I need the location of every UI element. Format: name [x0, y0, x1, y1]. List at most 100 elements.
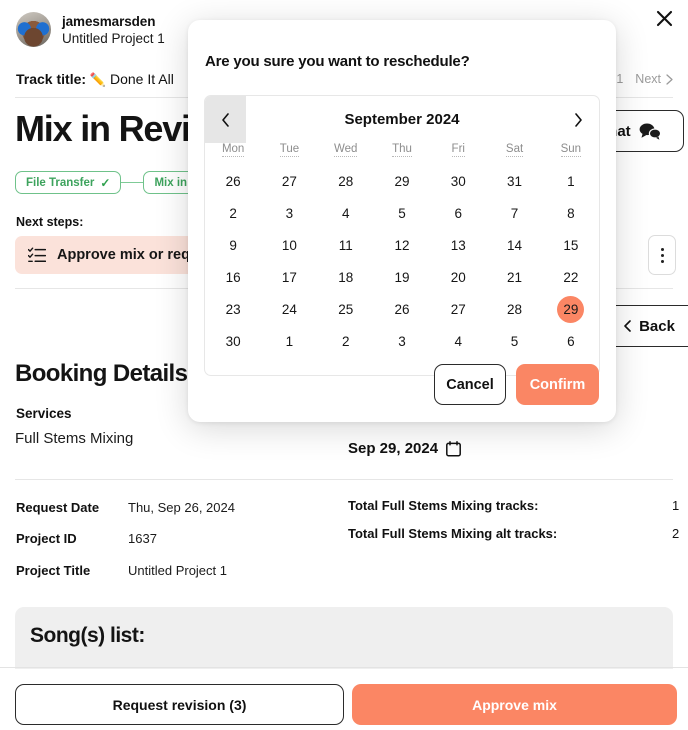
detail-value-request-date: Thu, Sep 26, 2024: [128, 500, 235, 515]
calendar-day: 14: [507, 237, 523, 253]
calendar-day-cell[interactable]: 15: [543, 229, 599, 261]
calendar-day-cell[interactable]: 1: [543, 165, 599, 197]
next-steps-label: Next steps:: [16, 215, 84, 229]
calendar-day-cell[interactable]: 29: [374, 165, 430, 197]
more-options-button[interactable]: [648, 235, 676, 275]
services-value: Full Stems Mixing: [15, 430, 134, 447]
calendar-day-cell[interactable]: 16: [205, 261, 261, 293]
calendar-day-cell[interactable]: 11: [318, 229, 374, 261]
calendar-day-cell[interactable]: 19: [374, 261, 430, 293]
username: jamesmarsden: [62, 13, 156, 29]
track-title-row: Track title: ✏️ Done It All: [16, 71, 174, 88]
calendar-day-cell[interactable]: 1: [261, 325, 317, 357]
calendar-day: 18: [338, 269, 354, 285]
detail-value-project-id: 1637: [128, 531, 157, 546]
confirm-button[interactable]: Confirm: [516, 364, 599, 405]
calendar-day-cell[interactable]: 7: [486, 197, 542, 229]
calendar-day-cell[interactable]: 5: [374, 197, 430, 229]
detail-row-project-title: Project Title: [16, 563, 90, 578]
calendar-day-cell[interactable]: 28: [318, 165, 374, 197]
more-vertical-icon: [660, 247, 664, 251]
calendar-day: 6: [454, 205, 463, 221]
footer-actions: Request revision (3) Approve mix: [15, 684, 677, 725]
calendar-day-cell[interactable]: 25: [318, 293, 374, 325]
calendar-body: 26 27 28 29 30 31 1 2 3 4 5 6 7 8 9 10 11 12 13 14 15 16 17 18 1…: [205, 165, 599, 357]
calendar-day-cell[interactable]: 6: [430, 197, 486, 229]
calendar-day-cell[interactable]: 12: [374, 229, 430, 261]
checklist-icon: [28, 247, 46, 263]
calendar-day-cell[interactable]: 29: [543, 293, 599, 325]
track-title-label: Track title:: [16, 71, 87, 87]
calendar-day-cell[interactable]: 31: [486, 165, 542, 197]
calendar-day-cell[interactable]: 8: [543, 197, 599, 229]
calendar-day-cell[interactable]: 27: [430, 293, 486, 325]
cancel-button[interactable]: Cancel: [434, 364, 506, 405]
calendar-day-cell[interactable]: 10: [261, 229, 317, 261]
calendar-day: 9: [229, 237, 237, 253]
calendar-day-cell[interactable]: 21: [486, 261, 542, 293]
calendar-day-cell[interactable]: 4: [430, 325, 486, 357]
calendar-day: 17: [281, 269, 297, 285]
calendar-day-cell[interactable]: 27: [261, 165, 317, 197]
total-tracks-value: 1: [672, 498, 680, 513]
calendar-week-row: 26 27 28 29 30 31 1: [205, 165, 599, 197]
chevron-left-icon: [222, 112, 229, 127]
calendar-next-month-button[interactable]: [558, 96, 599, 143]
calendar-day: 1: [285, 333, 294, 349]
status-chip-file-transfer[interactable]: File Transfer ✓: [15, 171, 122, 194]
total-alt-tracks-label: Total Full Stems Mixing alt tracks:: [348, 526, 558, 541]
detail-value: Untitled Project 1: [128, 563, 227, 578]
calendar-day-cell[interactable]: 24: [261, 293, 317, 325]
booking-details-heading: Booking Details: [15, 360, 188, 387]
calendar-weekday-label: Thu: [392, 143, 412, 157]
calendar-day-cell[interactable]: 2: [318, 325, 374, 357]
calendar-grid: Mon Tue Wed Thu Fri Sat Sun 26 27 28 29 30 31 1 2 3 4 5 6…: [205, 143, 599, 357]
detail-key: Project ID: [16, 531, 77, 546]
calendar-day: 12: [394, 237, 410, 253]
chip-label: File Transfer: [26, 176, 95, 189]
calendar-day: 26: [394, 301, 410, 317]
calendar-day-cell[interactable]: 3: [374, 325, 430, 357]
calendar-day-cell[interactable]: 22: [543, 261, 599, 293]
calendar-weekday: Mon: [205, 143, 261, 165]
calendar-icon[interactable]: [446, 440, 462, 457]
calendar-weekday: Sat: [486, 143, 542, 165]
calendar-day-cell[interactable]: 23: [205, 293, 261, 325]
footer-divider: [0, 667, 688, 668]
calendar-weekday: Fri: [430, 143, 486, 165]
detail-key: Project Title: [16, 563, 91, 578]
calendar-day-cell[interactable]: 4: [318, 197, 374, 229]
request-revision-button[interactable]: Request revision (3): [15, 684, 344, 725]
calendar-day-cell[interactable]: 5: [486, 325, 542, 357]
calendar-day-cell[interactable]: 9: [205, 229, 261, 261]
calendar-weekday-label: Fri: [451, 143, 465, 157]
calendar-day-cell[interactable]: 3: [261, 197, 317, 229]
calendar-day: 22: [563, 269, 579, 285]
close-button[interactable]: [650, 4, 678, 32]
chevron-left-icon: [624, 320, 631, 332]
calendar-day-cell[interactable]: 17: [261, 261, 317, 293]
avatar: [16, 12, 51, 47]
calendar-day-cell[interactable]: 6: [543, 325, 599, 357]
next-page-button[interactable]: Next: [635, 72, 674, 86]
calendar-month-label: September 2024: [344, 111, 460, 128]
calendar-day-cell[interactable]: 18: [318, 261, 374, 293]
calendar-day-cell[interactable]: 26: [374, 293, 430, 325]
calendar-day-cell[interactable]: 2: [205, 197, 261, 229]
calendar-day-cell[interactable]: 20: [430, 261, 486, 293]
pencil-emoji-icon: ✏️: [89, 72, 107, 87]
calendar-day-cell[interactable]: 30: [205, 325, 261, 357]
calendar-day-cell[interactable]: 28: [486, 293, 542, 325]
back-button-label: Back: [639, 317, 675, 335]
chat-bubbles-icon: [639, 123, 661, 140]
approve-mix-button[interactable]: Approve mix: [352, 684, 677, 725]
calendar-day: 31: [507, 173, 523, 189]
calendar-day-cell[interactable]: 26: [205, 165, 261, 197]
detail-key: Request Date: [16, 500, 100, 515]
calendar-day-cell[interactable]: 13: [430, 229, 486, 261]
calendar-prev-month-button[interactable]: [205, 96, 246, 143]
calendar-weekday-label: Sat: [505, 143, 524, 157]
calendar-day-cell[interactable]: 14: [486, 229, 542, 261]
calendar-weekday: Sun: [543, 143, 599, 165]
calendar-day-cell[interactable]: 30: [430, 165, 486, 197]
